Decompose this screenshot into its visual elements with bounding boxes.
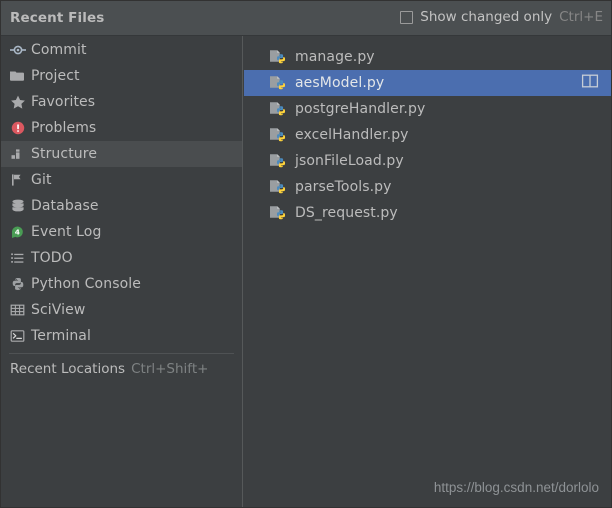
database-icon <box>9 197 31 215</box>
watermark-text: https://blog.csdn.net/dorlolo <box>433 480 599 495</box>
list-item[interactable]: postgreHandler.py <box>244 96 611 122</box>
error-circle-icon <box>9 119 31 137</box>
python-file-icon <box>268 49 290 65</box>
folder-icon <box>9 67 31 85</box>
sidebar-item-label: Problems <box>31 120 97 136</box>
sidebar-item-label: Terminal <box>31 328 91 344</box>
file-list: manage.py aesModel.py postgreHandler.py … <box>244 44 611 226</box>
file-name-label: aesModel.py <box>295 75 385 91</box>
recent-files-list-panel: manage.py aesModel.py postgreHandler.py … <box>244 36 611 507</box>
list-item[interactable]: parseTools.py <box>244 174 611 200</box>
tool-windows-sidebar: Commit Project Favorites Problems Struct… <box>1 36 243 507</box>
checkbox-unchecked-icon[interactable] <box>400 10 414 24</box>
sidebar-item-todo[interactable]: TODO <box>1 245 242 271</box>
python-file-icon <box>268 179 290 195</box>
python-file-icon <box>268 153 290 169</box>
sidebar-item-list: Commit Project Favorites Problems Struct… <box>1 37 242 381</box>
list-item[interactable]: DS_request.py <box>244 200 611 226</box>
git-branch-icon <box>9 171 31 189</box>
python-file-icon <box>268 127 290 143</box>
sidebar-item-label: Favorites <box>31 94 96 110</box>
sidebar-item-label: SciView <box>31 302 86 318</box>
event-log-icon: 4 <box>9 223 31 241</box>
python-file-icon <box>268 101 290 117</box>
sidebar-item-label: TODO <box>31 250 73 266</box>
sidebar-item-label: Structure <box>31 146 98 162</box>
sidebar-item-label: Git <box>31 172 52 188</box>
star-icon <box>9 93 31 111</box>
list-item-selected[interactable]: aesModel.py <box>244 70 611 96</box>
sidebar-item-problems[interactable]: Problems <box>1 115 242 141</box>
sidebar-item-label: Python Console <box>31 276 141 292</box>
file-name-label: manage.py <box>295 49 375 65</box>
python-icon <box>9 275 31 293</box>
sidebar-item-project[interactable]: Project <box>1 63 242 89</box>
sidebar-item-git[interactable]: Git <box>1 167 242 193</box>
list-item[interactable]: jsonFileLoad.py <box>244 148 611 174</box>
sidebar-item-label: Commit <box>31 42 87 58</box>
file-name-label: postgreHandler.py <box>295 101 425 117</box>
sidebar-item-label: Database <box>31 198 99 214</box>
page-title: Recent Files <box>10 10 105 26</box>
sidebar-item-label: Project <box>31 68 80 84</box>
file-name-label: DS_request.py <box>295 205 398 221</box>
sidebar-item-terminal[interactable]: Terminal <box>1 323 242 349</box>
sidebar-item-label: Event Log <box>31 224 102 240</box>
recent-locations-shortcut: Ctrl+Shift+ <box>131 361 209 377</box>
file-name-label: jsonFileLoad.py <box>295 153 404 169</box>
structure-icon <box>9 145 31 163</box>
file-name-label: excelHandler.py <box>295 127 409 143</box>
todo-list-icon <box>9 249 31 267</box>
python-file-icon <box>268 205 290 221</box>
sidebar-item-commit[interactable]: Commit <box>1 37 242 63</box>
split-view-icon[interactable] <box>581 73 599 93</box>
spellcheck-squiggle-icon <box>295 117 425 121</box>
sciview-grid-icon <box>9 301 31 319</box>
recent-locations-label: Recent Locations <box>10 361 126 377</box>
show-changed-only-control[interactable]: Show changed only Ctrl+E <box>400 9 603 25</box>
sidebar-item-favorites[interactable]: Favorites <box>1 89 242 115</box>
recent-locations-item[interactable]: Recent Locations Ctrl+Shift+ <box>1 357 242 381</box>
commit-icon <box>9 41 31 59</box>
sidebar-item-structure[interactable]: Structure <box>1 141 242 167</box>
show-changed-only-shortcut: Ctrl+E <box>559 9 603 25</box>
list-item[interactable]: excelHandler.py <box>244 122 611 148</box>
list-item[interactable]: manage.py <box>244 44 611 70</box>
sidebar-item-event-log[interactable]: 4 Event Log <box>1 219 242 245</box>
sidebar-divider <box>9 353 234 354</box>
terminal-icon <box>9 327 31 345</box>
sidebar-item-database[interactable]: Database <box>1 193 242 219</box>
popup-header: Recent Files Show changed only Ctrl+E <box>1 1 611 36</box>
python-file-icon <box>268 75 290 91</box>
show-changed-only-label: Show changed only <box>420 9 553 25</box>
svg-text:4: 4 <box>15 228 20 237</box>
recent-files-popup: Recent Files Show changed only Ctrl+E Co <box>0 0 612 508</box>
sidebar-item-python-console[interactable]: Python Console <box>1 271 242 297</box>
sidebar-item-sciview[interactable]: SciView <box>1 297 242 323</box>
file-name-label: parseTools.py <box>295 179 392 195</box>
